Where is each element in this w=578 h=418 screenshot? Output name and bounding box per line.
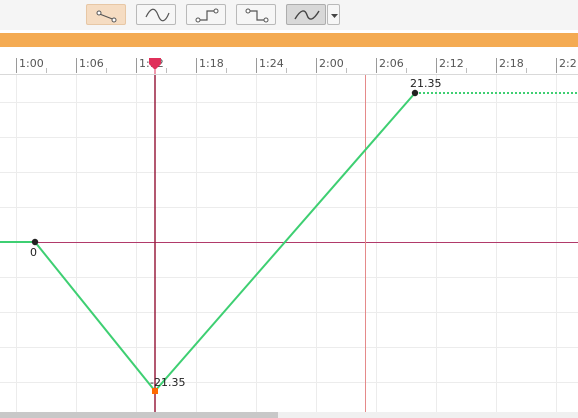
ruler-label: 2:00 [319, 57, 344, 70]
step-before-button[interactable] [186, 4, 226, 25]
step-up-icon [195, 8, 219, 23]
keyframe-value-label: 21.35 [410, 77, 442, 90]
ruler-label: 1:00 [19, 57, 44, 70]
smooth-interp-button[interactable] [136, 4, 176, 25]
smooth-curve-icon [145, 8, 170, 22]
ruler-label: 1:24 [259, 57, 284, 70]
keyframe-value-label: -21.35 [150, 376, 186, 389]
keyframe-point [411, 89, 419, 97]
ruler-label: 2:18 [499, 57, 524, 70]
keyframe-value-label: 0 [30, 246, 37, 259]
step-down-icon [245, 8, 269, 23]
ruler-label: 1:12 [139, 57, 164, 70]
scrollbar-thumb[interactable] [0, 412, 278, 418]
ruler-label: 1:06 [79, 57, 104, 70]
linear-interp-button[interactable] [86, 4, 126, 25]
horizontal-scrollbar[interactable] [0, 412, 578, 418]
step-after-button[interactable] [236, 4, 276, 25]
ease-curve-icon [294, 10, 320, 20]
timeline-range-bar[interactable] [0, 33, 578, 47]
curve-graph-canvas [0, 75, 578, 412]
curve-toolbar [0, 0, 578, 30]
time-ruler[interactable]: 1:00 1:06 1:12 1:18 1:24 2:00 2:06 2:12 … [0, 50, 578, 75]
curve-graph[interactable]: 0 -21.35 21.35 [0, 75, 578, 412]
ruler-label: 1:18 [199, 57, 224, 70]
keyframe-point [31, 238, 39, 246]
ruler-label: 2:2 [559, 57, 577, 70]
interp-dropdown-button[interactable] [327, 4, 340, 25]
ruler-label: 2:12 [439, 57, 464, 70]
linear-interp-icon [96, 10, 117, 23]
ruler-label: 2:06 [379, 57, 404, 70]
ease-curve-button[interactable] [286, 4, 326, 25]
triangle-down-icon [331, 14, 338, 18]
